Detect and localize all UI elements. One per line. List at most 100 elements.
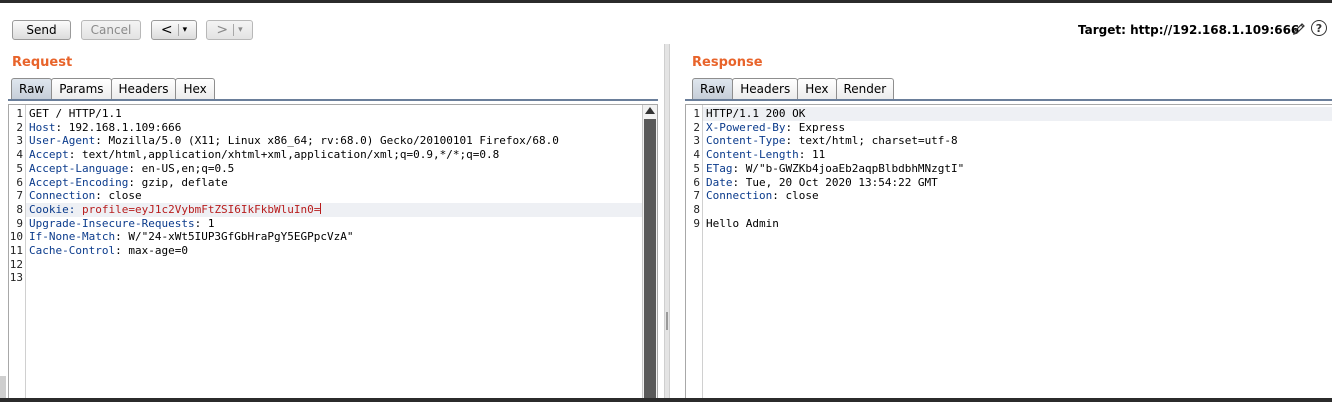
header-name: User-Agent xyxy=(29,134,96,148)
scrollbar-thumb[interactable] xyxy=(644,119,656,398)
pane-splitter[interactable] xyxy=(664,44,670,398)
window-top-border xyxy=(0,0,1332,3)
response-line: X-Powered-By: Express xyxy=(706,121,1318,135)
header-value: text/html,application/xhtml+xml,applicat… xyxy=(82,148,500,162)
window-bottom-border xyxy=(0,398,1332,402)
header-sep: : xyxy=(772,189,786,203)
cookie-name: profile xyxy=(81,202,129,216)
line-value: GET / HTTP/1.1 xyxy=(29,107,122,120)
cancel-button[interactable]: Cancel xyxy=(81,20,141,40)
scroll-up-arrow-icon[interactable] xyxy=(645,107,655,114)
target-label: Target: http://192.168.1.109:666 xyxy=(1078,23,1300,37)
line-number: 5 xyxy=(693,161,700,175)
chevron-right-icon: > xyxy=(216,22,229,38)
response-title: Response xyxy=(692,55,763,70)
back-button[interactable]: < ▾ xyxy=(151,20,197,40)
line-value: HTTP/1.1 200 OK xyxy=(706,107,806,120)
cookie-value: eyJ1c2VybmFtZSI6IkFkbWluIn0= xyxy=(134,202,321,216)
tab-hex[interactable]: Hex xyxy=(797,78,837,99)
response-body-line: Hello Admin xyxy=(706,217,1318,231)
request-line: Connection: close xyxy=(29,189,643,203)
header-sep: : xyxy=(732,161,746,175)
tab-underline xyxy=(8,99,658,101)
line-number-gutter: 1 2 3 4 5 6 7 8 9 10 11 12 13 xyxy=(9,105,26,398)
tab-hex[interactable]: Hex xyxy=(175,78,215,99)
line-number: 9 xyxy=(693,216,700,230)
header-value: text/html; charset=utf-8 xyxy=(798,134,958,148)
forward-button[interactable]: > ▾ xyxy=(206,20,253,40)
help-icon[interactable]: ? xyxy=(1311,20,1327,36)
cancel-label: Cancel xyxy=(90,23,132,37)
request-line: User-Agent: Mozilla/5.0 (X11; Linux x86_… xyxy=(29,134,643,148)
response-tabs: Raw Headers Hex Render xyxy=(692,78,895,99)
header-name: Host xyxy=(29,120,56,134)
tab-raw[interactable]: Raw xyxy=(11,78,53,99)
tab-headers[interactable]: Headers xyxy=(732,78,799,99)
line-number: 6 xyxy=(16,175,23,189)
help-label: ? xyxy=(1315,21,1323,35)
header-sep: : xyxy=(55,120,69,134)
line-number: 10 xyxy=(9,230,23,244)
request-line: Accept: text/html,application/xhtml+xml,… xyxy=(29,148,643,162)
tab-params[interactable]: Params xyxy=(51,78,112,99)
response-line: Content-Length: 11 xyxy=(706,148,1318,162)
header-name: Upgrade-Insecure-Requests xyxy=(29,216,195,230)
header-name: Cache-Control xyxy=(29,244,116,257)
request-line-cookie[interactable]: Cookie: profile=eyJ1c2VybmFtZSI6IkFkbWlu… xyxy=(26,202,643,217)
line-number: 8 xyxy=(693,202,700,216)
header-sep: : xyxy=(785,120,799,134)
send-button[interactable]: Send xyxy=(12,20,71,40)
header-sep: : xyxy=(115,230,129,244)
line-number: 4 xyxy=(693,148,700,162)
line-number: 3 xyxy=(693,134,700,148)
request-tabs: Raw Params Headers Hex xyxy=(11,78,215,99)
dropdown-caret-icon[interactable]: ▾ xyxy=(183,25,188,35)
window-edge xyxy=(0,376,6,398)
header-name: Content-Length xyxy=(706,148,799,162)
line-number: 1 xyxy=(16,107,23,120)
header-sep: : xyxy=(732,175,746,189)
header-sep: : xyxy=(785,134,799,148)
header-sep: : xyxy=(95,189,109,203)
header-value: 192.168.1.109:666 xyxy=(68,120,182,134)
header-value: en-US,en;q=0.5 xyxy=(141,161,235,175)
header-name: Accept xyxy=(29,148,69,162)
line-number: 6 xyxy=(693,175,700,189)
tab-headers[interactable]: Headers xyxy=(110,78,177,99)
response-line: HTTP/1.1 200 OK xyxy=(703,107,1332,121)
dropdown-caret-icon[interactable]: ▾ xyxy=(238,25,243,35)
request-line: Accept-Language: en-US,en;q=0.5 xyxy=(29,162,643,176)
header-name: Date xyxy=(706,175,733,189)
header-value: 11 xyxy=(811,148,826,162)
header-value: gzip, deflate xyxy=(141,175,228,189)
header-name: Connection xyxy=(29,189,96,203)
header-name: Cookie: xyxy=(29,202,82,216)
tab-raw[interactable]: Raw xyxy=(692,78,734,99)
header-sep: : xyxy=(798,148,812,162)
line-number: 8 xyxy=(16,202,23,216)
header-name: If-None-Match xyxy=(29,230,116,244)
send-label: Send xyxy=(26,23,57,37)
response-editor[interactable]: 1 2 3 4 5 6 7 8 9 HTTP/1.1 200 OK X-Powe… xyxy=(685,104,1332,398)
header-value: 1 xyxy=(207,216,215,230)
chevron-left-icon: < xyxy=(160,22,173,38)
tab-render[interactable]: Render xyxy=(835,78,895,99)
line-number: 3 xyxy=(16,134,23,148)
splitter-grip[interactable] xyxy=(666,312,668,330)
request-editor[interactable]: 1 2 3 4 5 6 7 8 9 10 11 12 13 GET / HTTP… xyxy=(8,104,658,398)
header-sep: : xyxy=(128,161,142,175)
header-name: Accept-Language xyxy=(29,161,129,175)
line-number: 12 xyxy=(9,257,23,271)
line-number-gutter: 1 2 3 4 5 6 7 8 9 xyxy=(686,105,703,398)
request-scrollbar[interactable] xyxy=(642,105,657,398)
button-divider xyxy=(233,24,235,36)
response-line: Date: Tue, 20 Oct 2020 13:54:22 GMT xyxy=(706,176,1318,190)
header-sep: : xyxy=(194,216,208,230)
header-value: max-age=0 xyxy=(128,244,188,257)
header-sep: : xyxy=(95,134,109,148)
request-line: Host: 192.168.1.109:666 xyxy=(29,121,643,135)
button-divider xyxy=(177,24,179,36)
tab-underline xyxy=(685,99,1332,101)
pencil-icon[interactable] xyxy=(1292,22,1306,36)
header-sep: : xyxy=(128,175,142,189)
